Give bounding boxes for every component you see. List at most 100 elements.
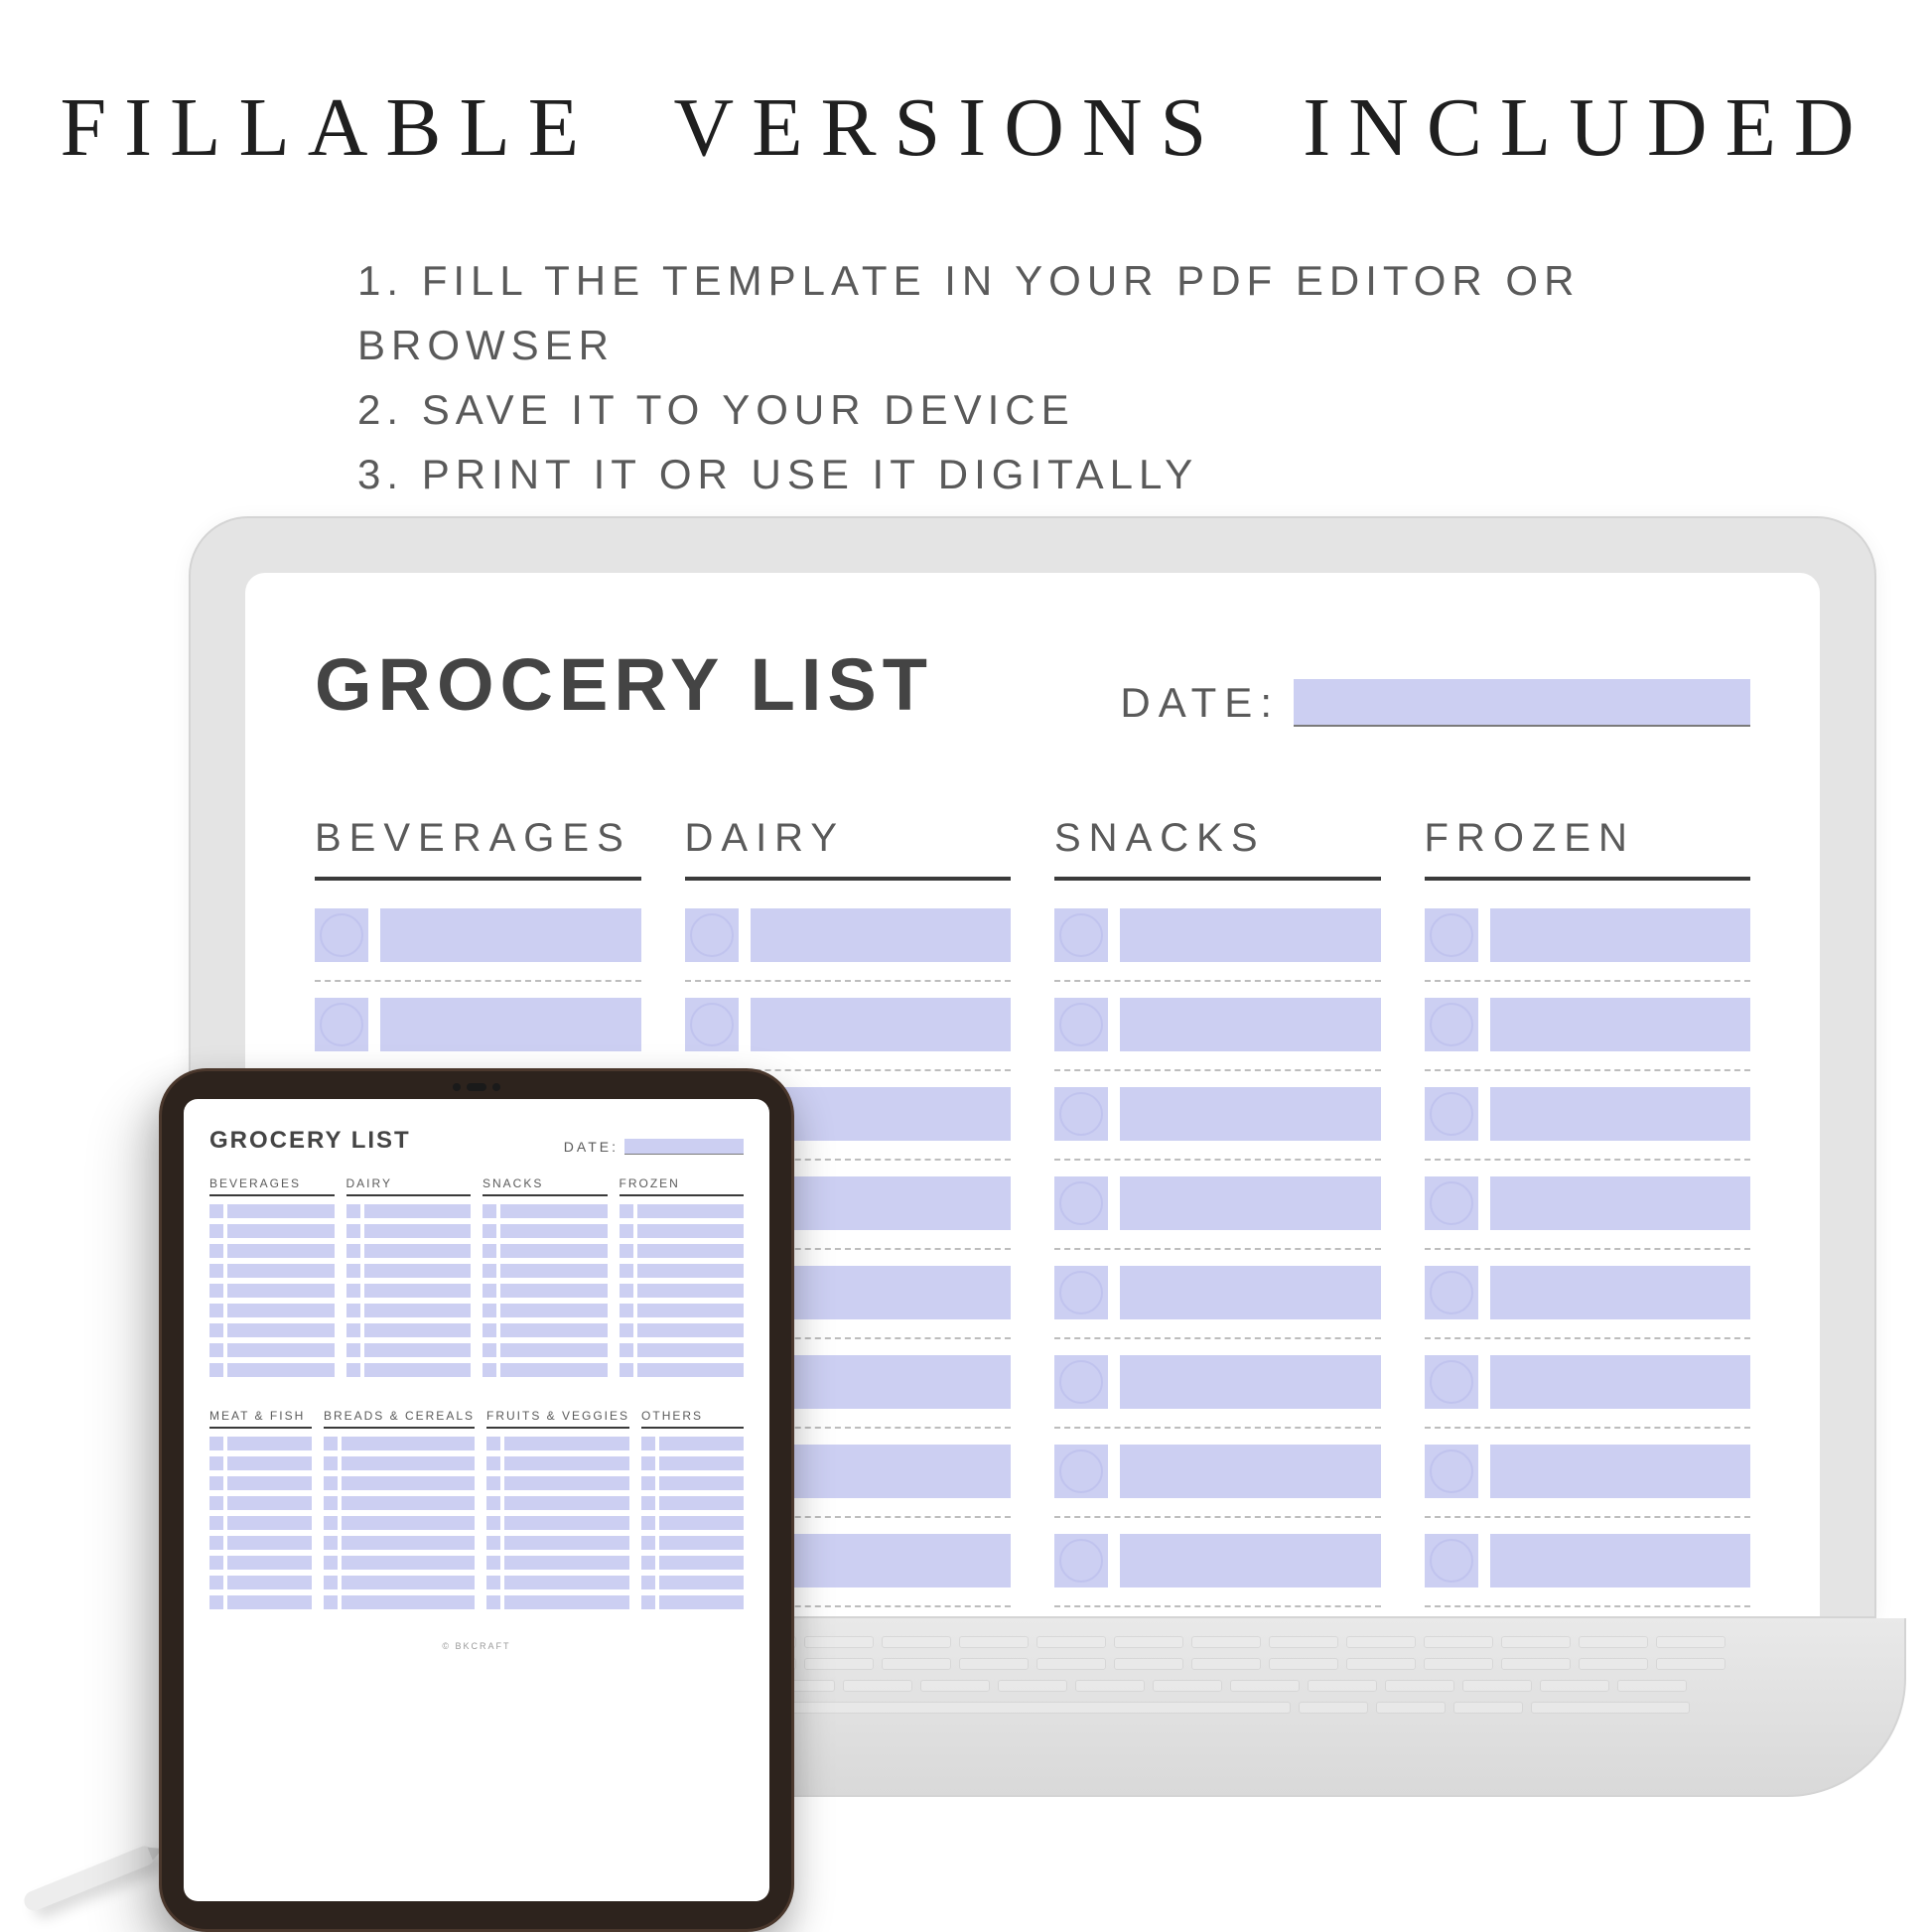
item-input[interactable] <box>637 1244 745 1258</box>
checkbox[interactable] <box>1054 1266 1108 1319</box>
checkbox[interactable] <box>483 1323 496 1337</box>
checkbox[interactable] <box>641 1516 655 1530</box>
item-input[interactable] <box>1490 1087 1751 1141</box>
checkbox[interactable] <box>483 1284 496 1298</box>
checkbox[interactable] <box>483 1343 496 1357</box>
checkbox[interactable] <box>1425 1534 1478 1587</box>
checkbox[interactable] <box>620 1264 633 1278</box>
item-input[interactable] <box>227 1244 335 1258</box>
item-input[interactable] <box>227 1516 312 1530</box>
checkbox[interactable] <box>483 1204 496 1218</box>
item-input[interactable] <box>227 1224 335 1238</box>
checkbox[interactable] <box>483 1224 496 1238</box>
checkbox[interactable] <box>1054 1534 1108 1587</box>
item-input[interactable] <box>659 1496 744 1510</box>
checkbox[interactable] <box>209 1437 223 1450</box>
item-input[interactable] <box>500 1244 608 1258</box>
item-input[interactable] <box>1120 1355 1381 1409</box>
checkbox[interactable] <box>641 1556 655 1570</box>
item-input[interactable] <box>637 1343 745 1357</box>
item-input[interactable] <box>504 1536 629 1550</box>
item-input[interactable] <box>504 1456 629 1470</box>
checkbox[interactable] <box>209 1595 223 1609</box>
checkbox[interactable] <box>641 1476 655 1490</box>
checkbox[interactable] <box>324 1456 338 1470</box>
item-input[interactable] <box>1490 1534 1751 1587</box>
item-input[interactable] <box>500 1264 608 1278</box>
checkbox[interactable] <box>209 1556 223 1570</box>
item-input[interactable] <box>227 1576 312 1589</box>
item-input[interactable] <box>1490 1266 1751 1319</box>
checkbox[interactable] <box>209 1224 223 1238</box>
checkbox[interactable] <box>483 1363 496 1377</box>
checkbox[interactable] <box>620 1204 633 1218</box>
item-input[interactable] <box>637 1264 745 1278</box>
item-input[interactable] <box>1120 998 1381 1051</box>
checkbox[interactable] <box>1054 998 1108 1051</box>
checkbox[interactable] <box>641 1595 655 1609</box>
checkbox[interactable] <box>346 1343 360 1357</box>
checkbox[interactable] <box>209 1343 223 1357</box>
item-input[interactable] <box>227 1556 312 1570</box>
checkbox[interactable] <box>685 998 739 1051</box>
checkbox[interactable] <box>209 1496 223 1510</box>
checkbox[interactable] <box>324 1496 338 1510</box>
checkbox[interactable] <box>209 1244 223 1258</box>
item-input[interactable] <box>227 1323 335 1337</box>
item-input[interactable] <box>659 1556 744 1570</box>
date-input[interactable] <box>1294 679 1750 727</box>
item-input[interactable] <box>504 1476 629 1490</box>
item-input[interactable] <box>1120 1534 1381 1587</box>
item-input[interactable] <box>637 1204 745 1218</box>
item-input[interactable] <box>342 1437 475 1450</box>
checkbox[interactable] <box>1054 908 1108 962</box>
checkbox[interactable] <box>483 1244 496 1258</box>
checkbox[interactable] <box>209 1576 223 1589</box>
item-input[interactable] <box>364 1204 472 1218</box>
item-input[interactable] <box>227 1496 312 1510</box>
checkbox[interactable] <box>209 1304 223 1317</box>
item-input[interactable] <box>637 1284 745 1298</box>
checkbox[interactable] <box>324 1536 338 1550</box>
item-input[interactable] <box>227 1343 335 1357</box>
checkbox[interactable] <box>1425 998 1478 1051</box>
checkbox[interactable] <box>1425 1445 1478 1498</box>
item-input[interactable] <box>500 1224 608 1238</box>
checkbox[interactable] <box>209 1323 223 1337</box>
item-input[interactable] <box>342 1536 475 1550</box>
item-input[interactable] <box>1490 1355 1751 1409</box>
item-input[interactable] <box>227 1536 312 1550</box>
item-input[interactable] <box>1490 998 1751 1051</box>
item-input[interactable] <box>504 1437 629 1450</box>
item-input[interactable] <box>342 1476 475 1490</box>
item-input[interactable] <box>751 998 1012 1051</box>
checkbox[interactable] <box>209 1204 223 1218</box>
item-input[interactable] <box>364 1244 472 1258</box>
checkbox[interactable] <box>209 1536 223 1550</box>
checkbox[interactable] <box>641 1576 655 1589</box>
item-input[interactable] <box>500 1343 608 1357</box>
checkbox[interactable] <box>620 1224 633 1238</box>
checkbox[interactable] <box>209 1284 223 1298</box>
checkbox[interactable] <box>641 1456 655 1470</box>
checkbox[interactable] <box>346 1224 360 1238</box>
item-input[interactable] <box>659 1437 744 1450</box>
item-input[interactable] <box>342 1576 475 1589</box>
item-input[interactable] <box>1120 908 1381 962</box>
checkbox[interactable] <box>486 1556 500 1570</box>
checkbox[interactable] <box>324 1437 338 1450</box>
item-input[interactable] <box>227 1595 312 1609</box>
item-input[interactable] <box>227 1437 312 1450</box>
checkbox[interactable] <box>620 1343 633 1357</box>
item-input[interactable] <box>342 1496 475 1510</box>
item-input[interactable] <box>659 1595 744 1609</box>
checkbox[interactable] <box>641 1496 655 1510</box>
checkbox[interactable] <box>346 1323 360 1337</box>
item-input[interactable] <box>504 1595 629 1609</box>
date-input[interactable] <box>624 1139 744 1155</box>
checkbox[interactable] <box>1425 1176 1478 1230</box>
checkbox[interactable] <box>346 1304 360 1317</box>
checkbox[interactable] <box>486 1595 500 1609</box>
checkbox[interactable] <box>324 1516 338 1530</box>
item-input[interactable] <box>227 1476 312 1490</box>
